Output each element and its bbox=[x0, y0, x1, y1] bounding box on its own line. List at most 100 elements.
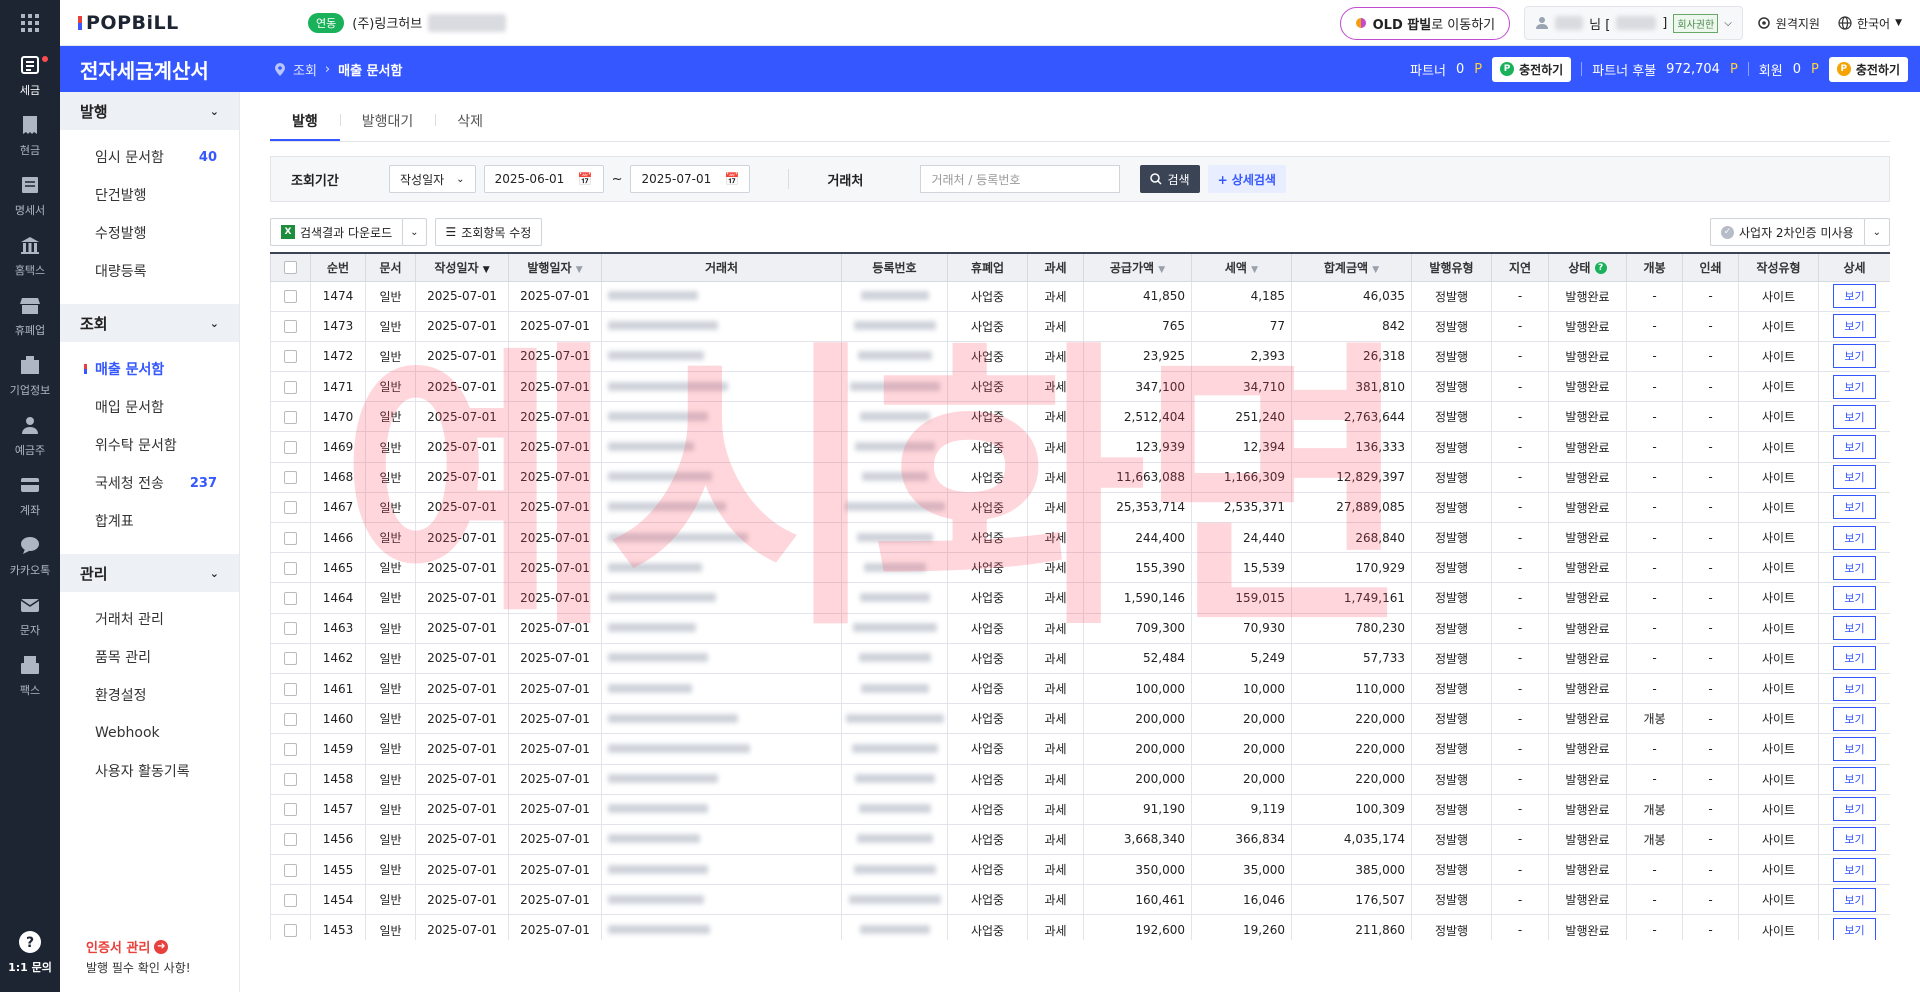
member-charge-button[interactable]: P 충전하기 bbox=[1828, 56, 1908, 82]
table-row[interactable]: 1472 일반 2025-07-01 2025-07-01 사업중 과세 23,925 2,3… bbox=[270, 340, 1890, 373]
table-row[interactable]: 1453 일반 2025-07-01 2025-07-01 사업중 과세 192,600 19… bbox=[270, 914, 1890, 940]
view-button[interactable]: 보기 bbox=[1833, 374, 1876, 399]
partner-charge-button[interactable]: P 충전하기 bbox=[1492, 56, 1572, 82]
view-button[interactable]: 보기 bbox=[1833, 435, 1876, 460]
row-checkbox[interactable] bbox=[270, 612, 311, 644]
user-menu[interactable]: 님 [ ] 회사권한 ⌵ bbox=[1524, 6, 1743, 40]
column-header[interactable]: 공급가액 ▼ bbox=[1083, 252, 1192, 282]
view-button[interactable]: 보기 bbox=[1833, 404, 1876, 429]
rail-item-sms[interactable]: 문자 bbox=[0, 586, 60, 646]
rail-item-cash[interactable]: 현금 bbox=[0, 106, 60, 166]
date-type-select[interactable]: 작성일자 ⌄ bbox=[389, 165, 476, 193]
table-row[interactable]: 1473 일반 2025-07-01 2025-07-01 사업중 과세 765 77 842 정… bbox=[270, 310, 1890, 342]
view-button[interactable]: 보기 bbox=[1833, 465, 1876, 490]
view-button[interactable]: 보기 bbox=[1833, 495, 1876, 520]
row-checkbox[interactable] bbox=[270, 310, 311, 342]
sidebar-item[interactable]: 임시 문서함 40 bbox=[60, 138, 239, 176]
rail-item-tax[interactable]: 세금 bbox=[0, 46, 60, 106]
row-checkbox[interactable] bbox=[270, 340, 311, 373]
table-row[interactable]: 1460 일반 2025-07-01 2025-07-01 사업중 과세 200,000 20… bbox=[270, 703, 1890, 735]
view-button[interactable]: 보기 bbox=[1833, 767, 1876, 792]
table-row[interactable]: 1470 일반 2025-07-01 2025-07-01 사업중 과세 2,512,404… bbox=[270, 401, 1890, 433]
sidebar-item[interactable]: 환경설정 bbox=[60, 676, 239, 714]
row-checkbox[interactable] bbox=[270, 854, 311, 886]
view-button[interactable]: 보기 bbox=[1833, 344, 1876, 369]
column-header[interactable]: 발행일자 ▼ bbox=[508, 252, 602, 282]
row-checkbox[interactable] bbox=[270, 914, 311, 940]
download-results-button[interactable]: X 검색결과 다운로드 bbox=[270, 218, 404, 246]
view-button[interactable]: 보기 bbox=[1833, 797, 1876, 822]
view-button[interactable]: 보기 bbox=[1833, 284, 1876, 309]
app-grid-icon[interactable] bbox=[0, 0, 60, 46]
sidebar-item[interactable]: 매입 문서함 bbox=[60, 388, 239, 426]
row-checkbox[interactable] bbox=[270, 884, 311, 916]
rail-item-account[interactable]: 계좌 bbox=[0, 466, 60, 526]
rail-item-statement[interactable]: 명세서 bbox=[0, 166, 60, 226]
row-checkbox[interactable] bbox=[270, 521, 311, 554]
row-checkbox[interactable] bbox=[270, 642, 311, 674]
column-header[interactable]: 합계금액 ▼ bbox=[1291, 252, 1412, 282]
table-row[interactable]: 1469 일반 2025-07-01 2025-07-01 사업중 과세 123,939 12… bbox=[270, 431, 1890, 463]
view-button[interactable]: 보기 bbox=[1833, 525, 1876, 550]
rail-item-fax[interactable]: 팩스 bbox=[0, 646, 60, 706]
view-button[interactable]: 보기 bbox=[1833, 646, 1876, 671]
row-checkbox[interactable] bbox=[270, 703, 311, 735]
two-factor-button[interactable]: ✓ 사업자 2차인증 미사용 bbox=[1709, 218, 1865, 246]
table-row[interactable]: 1465 일반 2025-07-01 2025-07-01 사업중 과세 155,390 15… bbox=[270, 552, 1890, 584]
sidebar-item[interactable]: 국세청 전송 237 bbox=[60, 464, 239, 502]
search-button[interactable]: 검색 bbox=[1140, 165, 1200, 193]
sidebar-item[interactable]: 거래처 관리 bbox=[60, 600, 239, 638]
tab-deleted[interactable]: 삭제 bbox=[435, 111, 505, 141]
row-checkbox[interactable] bbox=[270, 793, 311, 825]
sidebar-section-header[interactable]: 발행 ⌄ bbox=[60, 92, 239, 130]
download-options-button[interactable]: ⌄ bbox=[402, 218, 427, 246]
row-checkbox[interactable] bbox=[270, 733, 311, 765]
row-checkbox[interactable] bbox=[270, 672, 311, 705]
table-row[interactable]: 1471 일반 2025-07-01 2025-07-01 사업중 과세 347,100 34… bbox=[270, 371, 1890, 403]
remote-support-button[interactable]: 원격지원 bbox=[1757, 15, 1820, 32]
popbill-logo[interactable]: POPBiLL bbox=[78, 12, 268, 34]
table-row[interactable]: 1458 일반 2025-07-01 2025-07-01 사업중 과세 200,000 20… bbox=[270, 763, 1890, 795]
sidebar-item[interactable]: 매출 문서함 bbox=[60, 350, 239, 388]
sidebar-item[interactable]: 합계표 bbox=[60, 502, 239, 540]
view-button[interactable]: 보기 bbox=[1833, 887, 1876, 912]
view-button[interactable]: 보기 bbox=[1833, 616, 1876, 641]
date-from-input[interactable]: 2025-06-01 📅 bbox=[483, 165, 604, 193]
sidebar-item[interactable]: 대량등록 bbox=[60, 252, 239, 290]
question-help-icon[interactable]: ? bbox=[1594, 262, 1607, 275]
table-row[interactable]: 1454 일반 2025-07-01 2025-07-01 사업중 과세 160,461 16… bbox=[270, 884, 1890, 916]
view-button[interactable]: 보기 bbox=[1833, 857, 1876, 882]
view-button[interactable]: 보기 bbox=[1833, 918, 1876, 940]
table-row[interactable]: 1467 일반 2025-07-01 2025-07-01 사업중 과세 25,353,71… bbox=[270, 491, 1890, 524]
row-checkbox[interactable] bbox=[270, 461, 311, 493]
sidebar-section-header[interactable]: 조회 ⌄ bbox=[60, 304, 239, 342]
row-checkbox[interactable] bbox=[270, 582, 311, 614]
table-row[interactable]: 1461 일반 2025-07-01 2025-07-01 사업중 과세 100,000 10… bbox=[270, 672, 1890, 705]
view-button[interactable]: 보기 bbox=[1833, 676, 1876, 701]
row-checkbox[interactable] bbox=[270, 763, 311, 795]
sidebar-item[interactable]: Webhook bbox=[60, 714, 239, 752]
view-button[interactable]: 보기 bbox=[1833, 555, 1876, 580]
table-row[interactable]: 1456 일반 2025-07-01 2025-07-01 사업중 과세 3,668,340… bbox=[270, 823, 1890, 856]
table-row[interactable]: 1468 일반 2025-07-01 2025-07-01 사업중 과세 11,663,08… bbox=[270, 461, 1890, 493]
rail-item-company[interactable]: 기업정보 bbox=[0, 346, 60, 406]
sidebar-item[interactable]: 사용자 활동기록 bbox=[60, 752, 239, 790]
rail-item-closure[interactable]: 휴폐업 bbox=[0, 286, 60, 346]
select-all-checkbox[interactable] bbox=[270, 252, 311, 282]
table-row[interactable]: 1474 일반 2025-07-01 2025-07-01 사업중 과세 41,850 4,1… bbox=[270, 280, 1890, 312]
row-checkbox[interactable] bbox=[270, 401, 311, 433]
row-checkbox[interactable] bbox=[270, 371, 311, 403]
sidebar-item[interactable]: 수정발행 bbox=[60, 214, 239, 252]
sidebar-item[interactable]: 단건발행 bbox=[60, 176, 239, 214]
table-row[interactable]: 1455 일반 2025-07-01 2025-07-01 사업중 과세 350,000 35… bbox=[270, 854, 1890, 886]
view-button[interactable]: 보기 bbox=[1833, 706, 1876, 731]
view-button[interactable]: 보기 bbox=[1833, 585, 1876, 610]
edit-columns-button[interactable]: ☰ 조회항목 수정 bbox=[434, 218, 543, 246]
row-checkbox[interactable] bbox=[270, 823, 311, 856]
row-checkbox[interactable] bbox=[270, 491, 311, 524]
table-row[interactable]: 1464 일반 2025-07-01 2025-07-01 사업중 과세 1,590,146… bbox=[270, 582, 1890, 614]
table-row[interactable]: 1459 일반 2025-07-01 2025-07-01 사업중 과세 200,000 20… bbox=[270, 733, 1890, 765]
two-factor-options-button[interactable]: ⌄ bbox=[1863, 218, 1890, 246]
date-to-input[interactable]: 2025-07-01 📅 bbox=[630, 165, 751, 193]
table-row[interactable]: 1463 일반 2025-07-01 2025-07-01 사업중 과세 709,300 70… bbox=[270, 612, 1890, 644]
